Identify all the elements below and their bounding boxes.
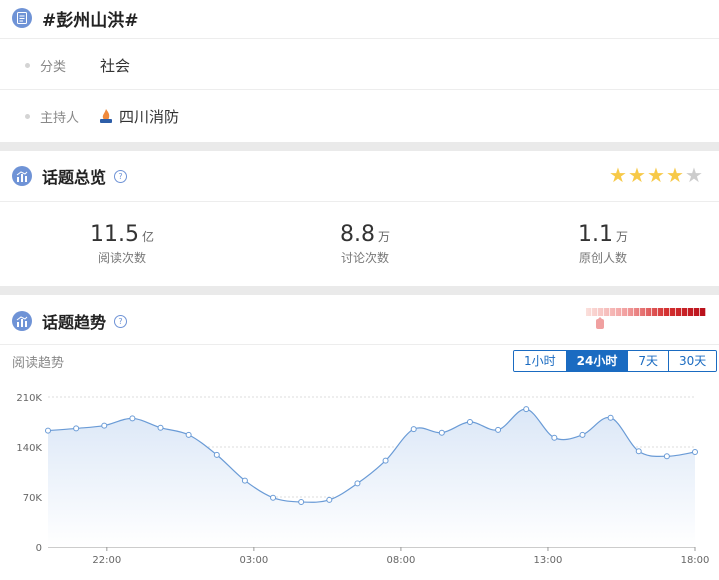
data-point [663,453,670,460]
star-filled-icon: ★ [666,163,684,187]
category-value[interactable]: 社会 [100,55,130,76]
stat-label: 讨论次数 [340,251,389,265]
trend-subtitle: 阅读趋势 [12,356,65,371]
topic-hashtag: #彭州山洪# [42,10,139,31]
series-area [48,409,695,547]
heat-scale-ticks [586,308,706,316]
host-label: 主持人 [40,110,80,126]
tab-2[interactable]: 7天 [627,351,668,371]
x-tick-label: 03:00 [239,555,268,566]
tab-3[interactable]: 30天 [667,351,717,371]
x-tick-label: 18:00 [681,555,710,566]
stat-value: 8.8 [339,222,375,247]
stat-item: 1.1 万原创人数 [503,222,703,266]
time-range-tabs: 1小时 24小时 7天 30天 [513,350,718,372]
data-point [73,425,80,432]
stat-unit: 万 [377,230,390,244]
chart-icon [12,311,32,331]
host-name[interactable]: 四川消防 [119,106,179,127]
star-filled-icon: ★ [647,163,665,187]
heat-level-marker [596,317,604,329]
data-point [270,494,277,501]
data-point [101,422,108,429]
help-icon[interactable]: ? [114,314,128,328]
data-point [213,451,220,458]
stat-label: 原创人数 [578,251,627,265]
data-point [523,406,530,413]
stat-item: 8.8 万讨论次数 [265,222,465,266]
x-tick-label: 08:00 [386,555,415,566]
star-filled-icon: ★ [628,163,646,187]
data-point [45,427,51,434]
data-point [692,449,698,455]
data-point [466,419,473,425]
data-point [382,457,389,464]
data-point [298,499,305,505]
data-point [354,480,361,487]
stat-label: 阅读次数 [97,251,146,265]
chart-icon [12,166,32,186]
bullet-dot [25,113,30,119]
y-tick-label: 140K [16,443,42,454]
category-label: 分类 [40,59,67,75]
data-point [241,477,248,484]
overview-title: 话题总览 [42,168,107,187]
data-point [635,448,642,455]
star-filled-icon: ★ [609,163,627,187]
data-point [495,426,502,433]
trend-title: 话题趋势 [42,313,107,332]
y-tick-label: 70K [23,493,43,504]
stat-item: 11.5 亿阅读次数 [22,222,222,266]
x-tick-label: 22:00 [92,555,121,566]
data-point [157,424,164,431]
stat-unit: 万 [615,230,628,244]
y-tick-label: 210K [16,393,42,404]
tab-0[interactable]: 1小时 [514,351,566,371]
data-point [410,426,417,433]
stat-unit: 亿 [141,230,154,244]
data-point [185,431,192,438]
category-row: 分类 社会 [0,40,719,90]
data-point [607,414,614,421]
data-point [129,415,136,422]
host-avatar[interactable] [98,108,114,124]
data-point [326,496,333,503]
data-point [579,431,586,438]
data-point [551,434,558,441]
document-icon [12,8,32,28]
rating-stars: ★ ★ ★ ★ ★ [609,165,704,185]
stat-value: 1.1 [577,222,613,247]
stat-value: 11.5 [90,222,139,247]
host-row: 主持人 四川消防 [0,91,719,141]
tab-1[interactable]: 24小时 [565,351,628,371]
star-empty-icon: ★ [685,163,703,187]
topic-header: #彭州山洪# [0,6,719,31]
bullet-dot [25,62,30,68]
trend-chart: 0 70K 140K 210K 22:00 03:00 08:00 13:00 18:00 [16,393,710,566]
x-tick-label: 13:00 [534,555,563,566]
y-tick-label: 0 [36,543,42,554]
data-point [438,429,445,436]
help-icon[interactable]: ? [114,169,128,183]
